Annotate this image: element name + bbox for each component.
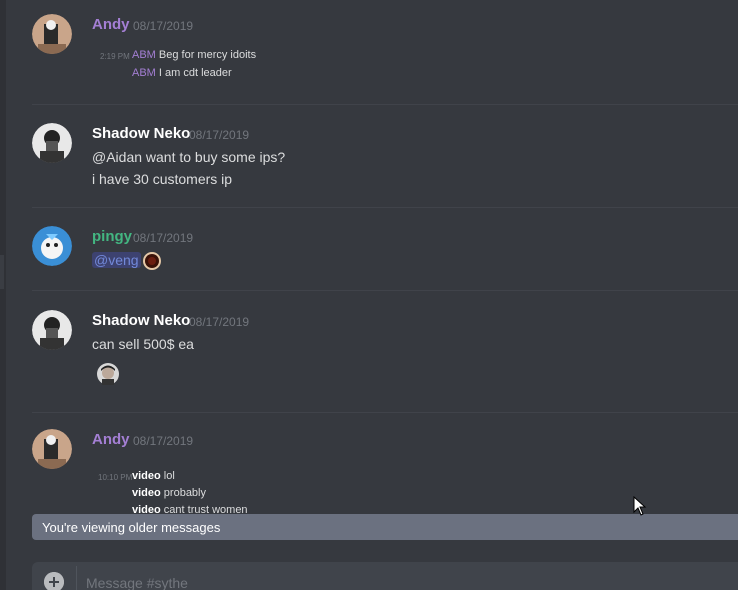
timestamp: 08/17/2019 — [133, 231, 194, 245]
username[interactable]: Andy — [92, 431, 130, 448]
timestamp: 08/17/2019 — [189, 315, 250, 329]
avatar[interactable] — [32, 226, 72, 266]
username[interactable]: Shadow Neko — [92, 312, 190, 329]
avatar[interactable] — [32, 123, 72, 163]
message-text: probably — [163, 487, 206, 499]
divider — [32, 290, 738, 291]
message-line: video probably — [132, 487, 206, 499]
custom-emoji-icon — [142, 251, 162, 271]
mouse-pointer-icon — [633, 495, 647, 520]
message-prefix: ABM — [132, 67, 156, 79]
message-line: ABM I am cdt leader — [132, 67, 232, 79]
message-prefix: video — [132, 470, 161, 482]
avatar[interactable] — [32, 429, 72, 469]
message-text: lol — [163, 470, 175, 482]
message-list[interactable]: Andy 08/17/2019 2:19 PM ABM Beg for merc… — [0, 0, 738, 514]
message-prefix: video — [132, 487, 161, 499]
username[interactable]: Andy — [92, 16, 130, 33]
username[interactable]: pingy — [92, 228, 132, 245]
message-text: @Aidan want to buy some ips? — [92, 149, 286, 165]
username[interactable]: Shadow Neko — [92, 125, 190, 142]
message-line: video cant trust women — [132, 504, 248, 514]
message-line: video lol — [132, 470, 175, 482]
message-text: can sell 500$ ea — [92, 336, 194, 352]
timestamp: 08/17/2019 — [189, 128, 250, 142]
divider — [32, 412, 738, 413]
avatar[interactable] — [32, 14, 72, 54]
custom-emoji-icon — [96, 362, 120, 386]
message-text: I am cdt leader — [158, 67, 232, 79]
timestamp: 08/17/2019 — [133, 434, 194, 448]
message-text: Beg for mercy idoits — [158, 49, 257, 61]
message-line: @veng — [92, 252, 141, 268]
composer-separator — [76, 566, 77, 590]
message-prefix: video — [132, 504, 161, 514]
plus-circle-icon[interactable] — [44, 572, 64, 590]
message-input[interactable] — [86, 572, 706, 590]
divider — [32, 104, 738, 105]
message-text: i have 30 customers ip — [92, 171, 233, 187]
message-prefix: ABM — [132, 49, 156, 61]
user-mention[interactable]: @veng — [92, 252, 141, 268]
message-time: 2:19 PM — [100, 52, 130, 61]
message-time: 10:10 PM — [98, 473, 133, 482]
message-line: ABM Beg for mercy idoits — [132, 49, 256, 61]
message-text: cant trust women — [163, 504, 248, 514]
timestamp: 08/17/2019 — [133, 19, 194, 33]
message-composer — [32, 562, 738, 590]
divider — [32, 207, 738, 208]
avatar[interactable] — [32, 310, 72, 350]
